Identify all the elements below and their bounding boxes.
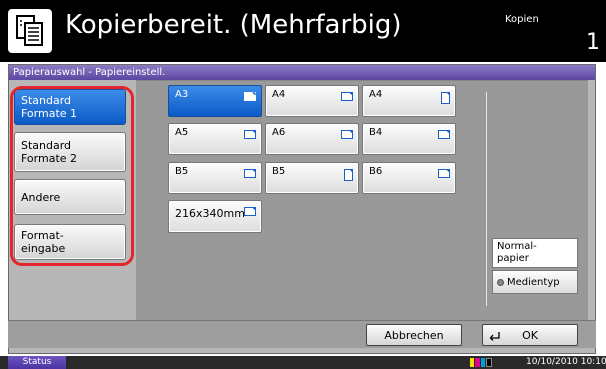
size-label: A3 bbox=[175, 89, 189, 100]
tab-label-line1: Andere bbox=[21, 190, 61, 204]
copies-count: 1 bbox=[586, 30, 600, 55]
cancel-button[interactable]: Abbrechen bbox=[366, 324, 462, 346]
copy-icon bbox=[8, 9, 52, 53]
status-button[interactable]: Status bbox=[8, 356, 66, 369]
tab-label-line1: Standard bbox=[21, 139, 72, 152]
landscape-icon bbox=[244, 130, 256, 139]
size-button-b5-landscape[interactable]: B5 bbox=[168, 162, 262, 194]
paper-type-line2: papier bbox=[497, 253, 529, 264]
cancel-label: Abbrechen bbox=[384, 328, 444, 342]
size-button-a4-landscape[interactable]: A4 bbox=[265, 85, 359, 117]
copies-label: Kopien bbox=[505, 14, 539, 25]
size-label: A5 bbox=[175, 127, 189, 138]
size-label: A6 bbox=[272, 127, 286, 138]
media-type-label: Medientyp bbox=[507, 276, 560, 288]
tab-label-line1: Format- bbox=[21, 229, 64, 242]
ok-label: OK bbox=[522, 328, 538, 342]
status-datetime: 10/10/2010 10:10 bbox=[526, 357, 606, 367]
landscape-icon bbox=[438, 169, 450, 178]
tab-label-line2: Formate 1 bbox=[21, 107, 78, 120]
tab-andere[interactable]: Andere bbox=[14, 179, 126, 215]
tab-label-line1: Standard bbox=[21, 94, 72, 107]
size-button-a5-landscape[interactable]: A5 bbox=[168, 123, 262, 155]
landscape-icon bbox=[244, 207, 256, 216]
status-bar: Status 10/10/2010 10:10 bbox=[0, 356, 606, 369]
tab-standard-formate-1[interactable]: Standard Formate 1 bbox=[14, 89, 126, 125]
media-type-button[interactable]: Medientyp bbox=[492, 270, 578, 294]
size-button-a4-portrait[interactable]: A4 bbox=[362, 85, 456, 117]
toner-icon bbox=[470, 358, 492, 367]
size-button-b6-landscape[interactable]: B6 bbox=[362, 162, 456, 194]
panel-title: Papierauswahl - Papiereinstell. bbox=[9, 65, 595, 80]
header-bar: Kopierbereit. (Mehrfarbig) Kopien 1 bbox=[0, 0, 606, 62]
size-label: B5 bbox=[175, 166, 189, 177]
portrait-icon bbox=[344, 169, 353, 181]
size-label: B4 bbox=[369, 127, 383, 138]
paper-type-line1: Normal- bbox=[497, 241, 537, 252]
landscape-icon bbox=[341, 92, 353, 101]
landscape-icon bbox=[438, 130, 450, 139]
size-button-b4-landscape[interactable]: B4 bbox=[362, 123, 456, 155]
landscape-icon bbox=[244, 169, 256, 178]
ok-button[interactable]: OK bbox=[482, 324, 578, 346]
enter-icon bbox=[489, 332, 500, 341]
size-label: B5 bbox=[272, 166, 286, 177]
size-label: A4 bbox=[272, 89, 286, 100]
size-label: A4 bbox=[369, 89, 383, 100]
landscape-icon bbox=[341, 130, 353, 139]
size-label: B6 bbox=[369, 166, 383, 177]
tab-label-line2: Formate 2 bbox=[21, 152, 78, 165]
size-label: 216x340mm bbox=[175, 207, 245, 220]
tab-label-line2: eingabe bbox=[21, 242, 66, 255]
size-button-b5-portrait[interactable]: B5 bbox=[265, 162, 359, 194]
divider bbox=[486, 92, 487, 306]
size-button-a3-landscape[interactable]: A3 bbox=[168, 85, 262, 117]
portrait-icon bbox=[441, 92, 450, 104]
tab-standard-formate-2[interactable]: Standard Formate 2 bbox=[14, 132, 126, 172]
landscape-icon bbox=[244, 92, 256, 101]
size-button-a6-landscape[interactable]: A6 bbox=[265, 123, 359, 155]
page-title: Kopierbereit. (Mehrfarbig) bbox=[65, 10, 402, 40]
tab-formateingabe[interactable]: Format-eingabe bbox=[14, 224, 126, 260]
size-button-216x340mm[interactable]: 216x340mm bbox=[168, 200, 262, 233]
bullet-icon bbox=[497, 278, 504, 286]
paper-type-display: Normal- papier bbox=[492, 238, 578, 268]
